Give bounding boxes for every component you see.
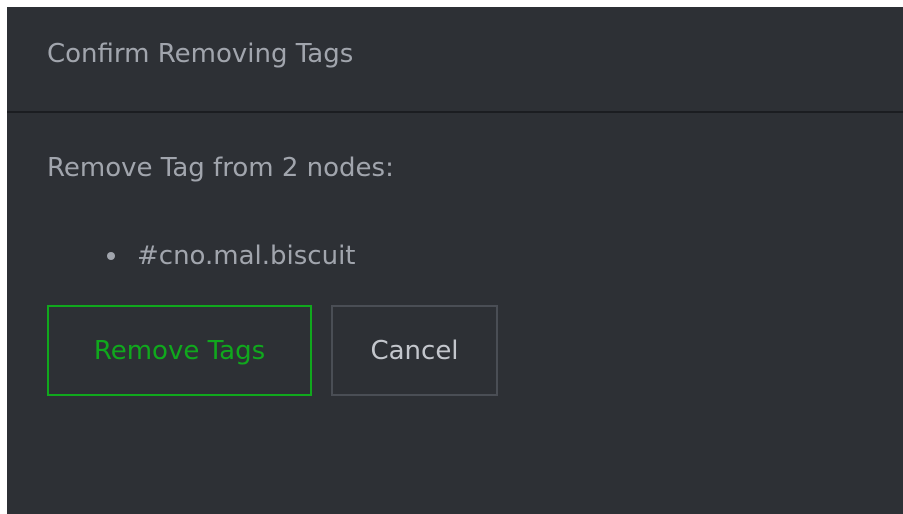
dialog-title: Confirm Removing Tags (47, 39, 354, 69)
remove-tags-button[interactable]: Remove Tags (47, 305, 312, 396)
bullet-dot-icon (107, 252, 115, 260)
dialog-body: Remove Tag from 2 nodes: #cno.mal.biscui… (7, 113, 903, 512)
dialog-buttons: Remove Tags Cancel (47, 305, 498, 396)
dialog-header: Confirm Removing Tags (7, 7, 903, 113)
confirm-remove-tags-dialog: Confirm Removing Tags Remove Tag from 2 … (7, 7, 903, 514)
dialog-message: Remove Tag from 2 nodes: (47, 153, 394, 183)
tag-list: #cno.mal.biscuit (107, 239, 356, 273)
tag-list-item: #cno.mal.biscuit (107, 239, 356, 273)
cancel-button[interactable]: Cancel (331, 305, 498, 396)
tag-name: #cno.mal.biscuit (137, 241, 356, 271)
